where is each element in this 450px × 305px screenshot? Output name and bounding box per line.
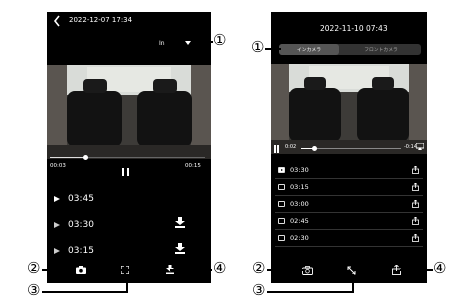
- clip-time: 03:15: [290, 183, 309, 191]
- clip-icon: [278, 184, 285, 190]
- camera-icon[interactable]: [76, 266, 86, 274]
- clip-row[interactable]: 03:30: [275, 163, 423, 179]
- clip-time: 02:30: [290, 234, 309, 242]
- callout-3: ③: [252, 281, 266, 299]
- clip-icon: [278, 218, 285, 224]
- clip-time: 03:00: [290, 200, 309, 208]
- callout-leader: [42, 291, 128, 293]
- callout-3: ③: [27, 281, 41, 299]
- clip-time: 03:45: [68, 194, 94, 204]
- right-phone-screen: 2022-11-10 07:43 インカメラ フロントカメラ 0:02 -0:1…: [271, 12, 427, 283]
- tab-in-camera[interactable]: インカメラ: [279, 44, 339, 55]
- play-icon: [54, 248, 60, 254]
- pause-icon[interactable]: [274, 145, 279, 153]
- callout-1: ①: [213, 31, 227, 49]
- callout-leader: [265, 48, 281, 50]
- download-icon[interactable]: [175, 243, 185, 254]
- clip-time: 02:45: [290, 217, 309, 225]
- play-icon: [54, 196, 60, 202]
- callout-2: ②: [252, 259, 266, 277]
- callout-leader: [197, 41, 213, 43]
- callout-leader: [352, 274, 354, 292]
- clip-row[interactable]: 02:45: [275, 214, 423, 230]
- camera-select-value[interactable]: In: [159, 40, 165, 47]
- callout-4: ④: [213, 259, 227, 277]
- seek-bar-handle[interactable]: [311, 146, 317, 151]
- clip-icon: [278, 235, 285, 241]
- share-icon[interactable]: [412, 234, 419, 242]
- share-icon[interactable]: [412, 200, 419, 208]
- callout-leader: [126, 274, 128, 292]
- clip-row[interactable]: 03:15: [275, 180, 423, 196]
- video-player[interactable]: [47, 65, 211, 159]
- clip-row[interactable]: 03:00: [275, 197, 423, 213]
- play-icon: [54, 222, 60, 228]
- callout-4: ④: [433, 259, 447, 277]
- camera-icon[interactable]: [302, 266, 313, 275]
- play-icon: [278, 167, 285, 173]
- clip-time: 03:15: [68, 246, 94, 256]
- callout-leader: [400, 269, 433, 271]
- download-icon[interactable]: [175, 217, 185, 228]
- camera-tabs: インカメラ フロントカメラ: [279, 44, 421, 55]
- tab-front-camera[interactable]: フロントカメラ: [341, 44, 421, 55]
- time-total: 00:15: [185, 163, 201, 169]
- clip-icon: [278, 201, 285, 207]
- video-player[interactable]: [271, 64, 427, 154]
- left-phone-screen: 2022-12-07 17:34 In 00:03 00:15 03:45 03…: [47, 12, 211, 283]
- callout-leader: [42, 269, 75, 271]
- clip-row[interactable]: 03:15: [54, 244, 94, 258]
- pause-icon[interactable]: [122, 168, 129, 176]
- callout-leader: [170, 269, 212, 271]
- seek-bar-progress: [50, 157, 86, 158]
- video-timestamp: 2022-12-07 17:34: [69, 16, 133, 24]
- time-elapsed: 0:02: [285, 144, 297, 150]
- dropdown-arrow-icon[interactable]: [185, 41, 191, 45]
- video-timestamp: 2022-11-10 07:43: [320, 24, 388, 33]
- share-icon[interactable]: [412, 183, 419, 191]
- fullscreen-icon[interactable]: [121, 266, 129, 274]
- clip-row[interactable]: 03:45: [54, 192, 94, 206]
- callout-1: ①: [251, 38, 265, 56]
- share-icon[interactable]: [412, 166, 419, 174]
- back-icon[interactable]: [53, 15, 61, 27]
- callout-leader: [267, 291, 354, 293]
- seek-bar-handle[interactable]: [83, 155, 89, 160]
- clip-time: 03:30: [68, 220, 94, 230]
- clip-row[interactable]: 03:30: [54, 218, 94, 232]
- clip-row[interactable]: 02:30: [275, 231, 423, 247]
- airplay-icon[interactable]: [416, 143, 424, 150]
- callout-leader: [267, 269, 303, 271]
- clip-time: 03:30: [290, 166, 309, 174]
- time-elapsed: 00:03: [50, 163, 66, 169]
- callout-2: ②: [27, 259, 41, 277]
- share-icon[interactable]: [412, 217, 419, 225]
